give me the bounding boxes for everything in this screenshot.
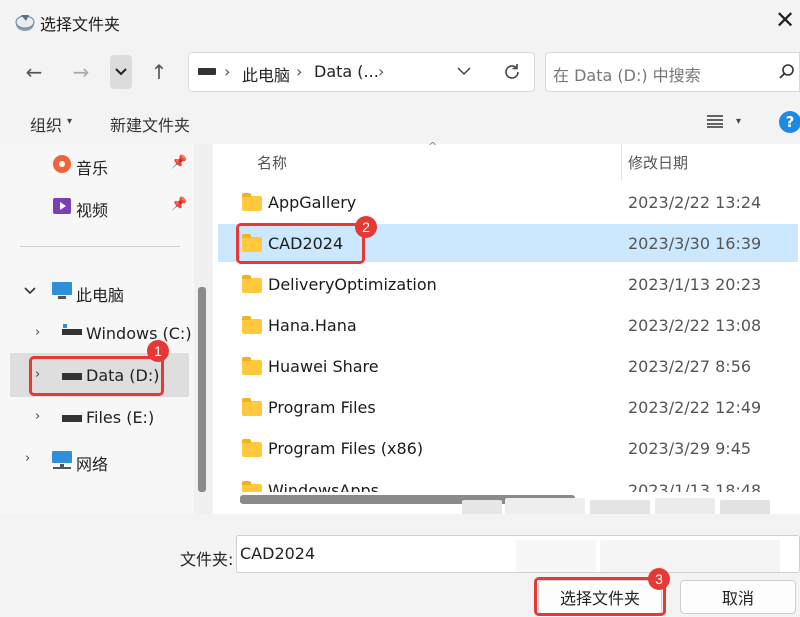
windows-drive-icon — [62, 324, 82, 335]
music-icon — [53, 155, 71, 173]
step-1-badge: 1 — [147, 340, 169, 362]
folder-name-value: CAD2024 — [240, 544, 316, 563]
pin-icon: 📌 — [171, 197, 188, 212]
breadcrumb-separator-icon: › — [224, 62, 231, 81]
chevron-down-icon — [115, 68, 127, 76]
clipped-row: WindowsApps 2023/1/13 18:48 — [213, 478, 800, 492]
organize-menu[interactable]: 组织 — [30, 112, 62, 136]
pin-icon: 📌 — [171, 155, 188, 170]
folder-icon — [242, 193, 262, 211]
up-arrow-icon[interactable]: ↑ — [144, 57, 174, 87]
new-folder-button[interactable]: 新建文件夹 — [110, 112, 190, 136]
file-name[interactable]: Program Files — [268, 398, 376, 417]
cancel-button[interactable]: 取消 — [680, 580, 796, 614]
nav-item-music[interactable]: 音乐 — [76, 155, 108, 179]
forward-arrow-icon[interactable]: → — [66, 57, 96, 87]
sort-ascending-icon: ^ — [428, 140, 438, 153]
column-header-modified[interactable]: 修改日期 — [628, 152, 688, 173]
file-name[interactable]: Program Files (x86) — [268, 439, 423, 458]
organize-dropdown-icon: ▾ — [67, 116, 73, 127]
file-date: 2023/1/13 20:23 — [628, 275, 762, 294]
file-date: 2023/2/22 13:08 — [628, 316, 762, 335]
blurred-region — [516, 540, 596, 572]
step-2-highlight — [236, 223, 365, 264]
file-name[interactable]: AppGallery — [268, 193, 356, 212]
file-name[interactable]: WindowsApps — [268, 481, 379, 492]
file-date: 2023/2/22 12:49 — [628, 398, 762, 417]
step-1-highlight — [29, 356, 164, 396]
nav-item-drive-e[interactable]: Files (E:) — [86, 408, 154, 427]
recent-locations-dropdown[interactable] — [110, 55, 132, 89]
step-3-badge: 3 — [648, 568, 670, 590]
folder-icon — [242, 439, 262, 457]
step-3-highlight — [534, 577, 666, 616]
file-date: 2023/3/30 16:39 — [628, 234, 762, 253]
folder-icon — [242, 357, 262, 375]
breadcrumb-separator-icon: › — [296, 62, 303, 81]
network-icon — [52, 451, 72, 469]
help-button[interactable]: ? — [779, 111, 800, 133]
back-arrow-icon[interactable]: ← — [19, 57, 49, 87]
nav-scrollbar-thumb[interactable] — [198, 287, 206, 492]
folder-label: 文件夹: — [180, 550, 234, 569]
breadcrumb-data-drive[interactable]: Data (... — [314, 62, 379, 81]
folder-icon — [242, 316, 262, 334]
file-name[interactable]: DeliveryOptimization — [268, 275, 437, 294]
file-date: 2023/2/22 13:24 — [628, 193, 762, 212]
breadcrumb-separator-icon: › — [378, 62, 385, 81]
folder-dialog-icon — [15, 15, 35, 31]
drive-icon — [62, 415, 82, 422]
view-options-icon[interactable] — [706, 114, 724, 128]
view-dropdown-icon[interactable]: ▾ — [736, 116, 741, 127]
breadcrumb-this-pc[interactable]: 此电脑 — [242, 62, 290, 86]
nav-divider — [20, 246, 180, 247]
file-date: 2023/1/13 18:48 — [628, 481, 762, 492]
step-2-badge: 2 — [355, 216, 377, 238]
folder-icon — [242, 481, 262, 492]
computer-icon — [52, 282, 72, 299]
nav-item-videos[interactable]: 视频 — [76, 197, 108, 221]
close-icon[interactable]: ✕ — [775, 6, 795, 34]
address-history-chevron-icon[interactable] — [457, 67, 471, 76]
folder-icon — [242, 398, 262, 416]
file-date: 2023/3/29 9:45 — [628, 439, 752, 458]
refresh-icon[interactable] — [502, 62, 522, 82]
chevron-right-icon[interactable]: › — [35, 409, 40, 424]
file-date: 2023/2/27 8:56 — [628, 357, 752, 376]
folder-icon — [242, 275, 262, 293]
file-name[interactable]: Hana.Hana — [268, 316, 357, 335]
window-title: 选择文件夹 — [40, 15, 121, 34]
search-placeholder: 在 Data (D:) 中搜索 — [553, 66, 701, 85]
column-header-name[interactable]: 名称 — [257, 152, 287, 173]
chevron-right-icon[interactable]: › — [35, 325, 40, 340]
nav-item-this-pc[interactable]: 此电脑 — [76, 282, 124, 306]
video-icon — [53, 198, 71, 214]
search-icon[interactable] — [778, 63, 796, 81]
file-name[interactable]: Huawei Share — [268, 357, 379, 376]
chevron-right-icon[interactable]: › — [25, 451, 30, 466]
column-separator[interactable] — [621, 144, 622, 180]
chevron-down-icon[interactable] — [24, 287, 36, 295]
blurred-region — [600, 540, 780, 572]
nav-item-drive-c[interactable]: Windows (C:) — [86, 324, 192, 343]
drive-icon — [198, 68, 216, 75]
nav-item-network[interactable]: 网络 — [76, 451, 108, 475]
